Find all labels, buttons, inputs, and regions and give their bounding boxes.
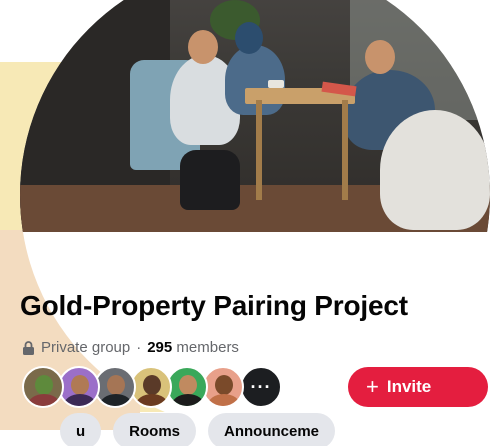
cover-person-4 [380,110,490,230]
avatar-body [64,394,96,406]
group-name: Gold-Property Pairing Project [20,290,408,321]
avatar[interactable] [166,366,208,408]
tab-rooms[interactable]: Rooms [113,413,197,446]
group-cover-photo[interactable] [20,0,490,232]
avatar[interactable] [58,366,100,408]
members-label[interactable]: members [176,339,239,356]
group-meta: Private group · 295 members [22,339,239,356]
avatar[interactable] [202,366,244,408]
tab-partial[interactable]: u [60,413,102,446]
cover-person-3-head [365,40,395,74]
avatar-body [28,394,60,406]
avatar-body [172,394,204,406]
avatar-face [35,375,53,395]
plus-icon: + [366,374,379,399]
avatar[interactable] [130,366,172,408]
group-tabs: u Rooms Announceme [60,413,336,446]
avatar-face [215,375,233,395]
more-members-button[interactable]: ··· [240,366,282,408]
privacy-label: Private group [41,339,131,356]
cover-person-1-head [188,30,218,64]
member-avatars[interactable]: ··· [22,366,282,408]
cover-backpack [180,150,240,210]
member-count[interactable]: 295 [147,339,172,356]
avatar-face [71,375,89,395]
cover-person-2-head [235,22,263,54]
meta-separator: · [136,339,142,356]
invite-button[interactable]: + Invite [348,367,488,407]
avatar-face [143,375,161,395]
lock-icon [22,340,35,355]
avatar-body [100,394,132,406]
cover-mug [268,80,284,88]
invite-label: Invite [386,377,432,396]
tab-announcements[interactable]: Announceme [208,413,336,446]
cover-table-leg [256,100,262,200]
avatar-body [136,394,168,406]
avatar-body [208,394,240,406]
more-dots-icon: ··· [250,376,272,397]
avatar[interactable] [22,366,64,408]
avatar-face [107,375,125,395]
avatar-face [179,375,197,395]
cover-table-leg [342,100,348,200]
avatar[interactable] [94,366,136,408]
